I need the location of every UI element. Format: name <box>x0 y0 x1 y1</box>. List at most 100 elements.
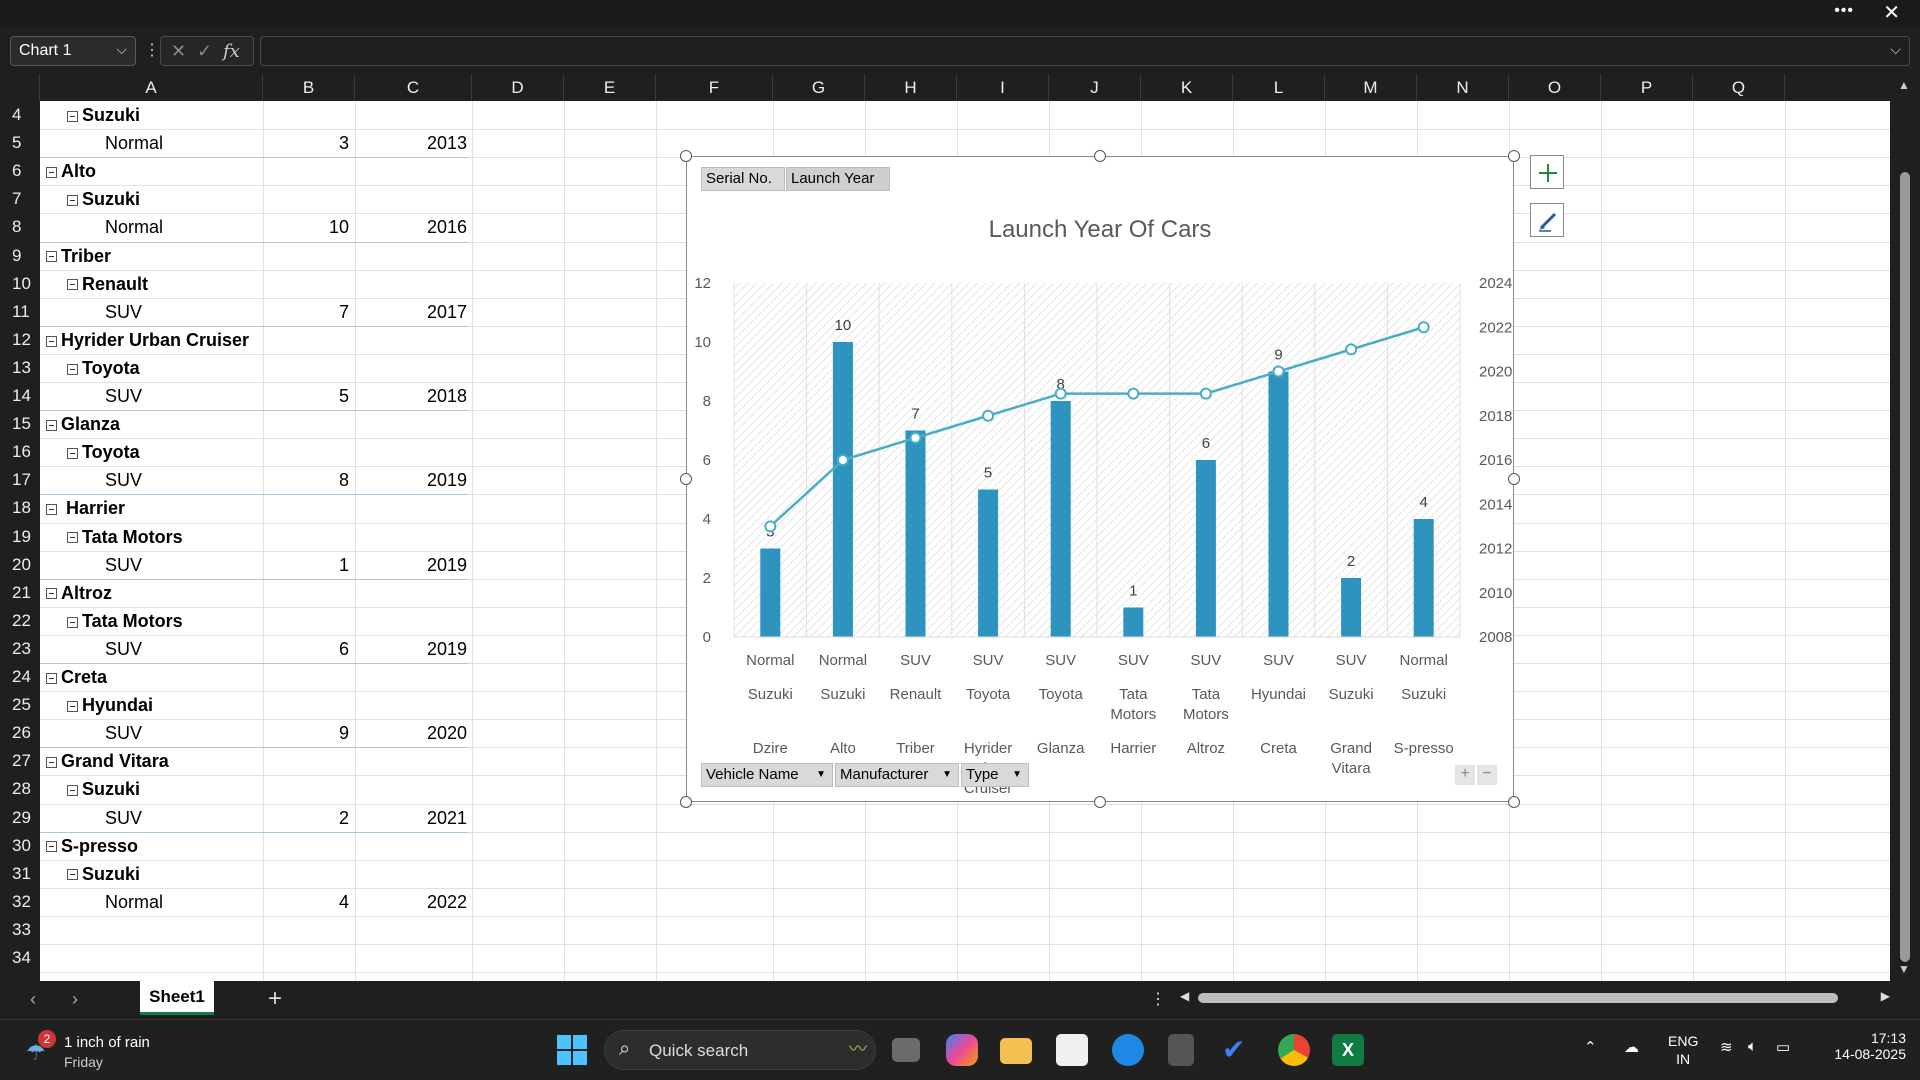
collapse-icon[interactable] <box>46 166 57 178</box>
collapse-icon[interactable] <box>67 447 78 459</box>
scroll-down-icon[interactable]: ▼ <box>1898 962 1910 976</box>
enter-icon[interactable]: ✓ <box>197 41 212 62</box>
chevron-up-icon[interactable]: ⌃ <box>1584 1038 1597 1056</box>
row-header[interactable]: 22 <box>0 607 40 635</box>
pivot-serial-value[interactable]: 1 <box>263 551 349 579</box>
collapse-icon[interactable] <box>67 110 78 122</box>
excel-icon[interactable]: X <box>1332 1034 1364 1066</box>
pivot-year-value[interactable]: 2019 <box>355 466 467 494</box>
chrome-icon[interactable] <box>1278 1034 1310 1066</box>
collapse-icon[interactable] <box>67 869 78 881</box>
row-header[interactable]: 23 <box>0 635 40 663</box>
vertical-dots-icon[interactable]: ⋮ <box>144 40 160 60</box>
pivot-manufacturer-label[interactable]: Hyundai <box>67 691 153 719</box>
vehicle-name-field-button[interactable]: Vehicle Name ▼ <box>701 763 833 787</box>
scroll-right-icon[interactable]: ▶ <box>1881 989 1890 1003</box>
collapse-icon[interactable] <box>67 363 78 375</box>
column-header[interactable]: P <box>1601 74 1693 101</box>
row-header[interactable]: 20 <box>0 551 40 579</box>
pivot-manufacturer-label[interactable]: Renault <box>67 270 148 298</box>
pivot-year-value[interactable]: 2019 <box>355 551 467 579</box>
pivot-year-value[interactable]: 2021 <box>355 804 467 832</box>
dropdown-arrow-icon[interactable]: ▼ <box>1012 764 1022 786</box>
column-header[interactable]: H <box>865 74 957 101</box>
scroll-up-icon[interactable]: ▲ <box>1898 78 1910 92</box>
prev-sheet-icon[interactable]: ‹ <box>30 989 36 1010</box>
pivot-year-value[interactable]: 2022 <box>355 888 467 916</box>
start-button[interactable] <box>556 1034 588 1066</box>
pivot-serial-value[interactable]: 10 <box>263 213 349 241</box>
collapse-icon[interactable] <box>67 279 78 291</box>
insert-function-icon[interactable]: fx <box>223 41 240 62</box>
pivot-chart[interactable]: Serial No. Launch Year Launch Year Of Ca… <box>686 156 1514 802</box>
row-header[interactable]: 9 <box>0 242 40 270</box>
expand-field-icon[interactable]: + <box>1455 765 1475 785</box>
next-sheet-icon[interactable]: › <box>72 989 78 1010</box>
dropdown-arrow-icon[interactable]: ▼ <box>942 764 952 786</box>
row-header[interactable]: 6 <box>0 157 40 185</box>
row-header[interactable]: 8 <box>0 213 40 241</box>
sheet-tab-sheet1[interactable]: Sheet1 <box>140 981 214 1015</box>
pivot-year-value[interactable]: 2013 <box>355 129 467 157</box>
resize-handle[interactable] <box>1094 150 1106 162</box>
row-header[interactable]: 17 <box>0 466 40 494</box>
collapse-icon[interactable] <box>46 841 57 853</box>
pivot-vehicle-label[interactable]: Harrier <box>46 494 125 522</box>
copilot-icon[interactable] <box>946 1034 978 1066</box>
wifi-icon[interactable]: ≋ <box>1720 1038 1733 1056</box>
pivot-manufacturer-label[interactable]: Suzuki <box>67 101 140 129</box>
pivot-type-label[interactable]: Normal <box>105 213 163 241</box>
vertical-scrollbar[interactable]: ▲ ▼ <box>1890 74 1920 981</box>
pivot-serial-value[interactable]: 9 <box>263 719 349 747</box>
pivot-serial-value[interactable]: 2 <box>263 804 349 832</box>
column-header[interactable]: B <box>263 74 355 101</box>
pivot-type-label[interactable]: SUV <box>105 551 142 579</box>
pivot-type-label[interactable]: Normal <box>105 888 163 916</box>
row-header[interactable]: 15 <box>0 410 40 438</box>
row-header[interactable]: 21 <box>0 579 40 607</box>
collapse-field-icon[interactable]: − <box>1477 765 1497 785</box>
row-header[interactable]: 12 <box>0 326 40 354</box>
pivot-manufacturer-label[interactable]: Tata Motors <box>67 607 183 635</box>
file-explorer-icon[interactable] <box>1000 1038 1032 1064</box>
resize-handle[interactable] <box>680 150 692 162</box>
column-header[interactable]: M <box>1325 74 1417 101</box>
pivot-type-label[interactable]: SUV <box>105 719 142 747</box>
resize-handle[interactable] <box>1094 796 1106 808</box>
collapse-icon[interactable] <box>46 757 57 769</box>
column-header[interactable]: Q <box>1693 74 1785 101</box>
pivot-vehicle-label[interactable]: Glanza <box>46 410 120 438</box>
clock[interactable]: 17:13 14-08-2025 <box>1816 1030 1906 1062</box>
pivot-year-value[interactable]: 2019 <box>355 635 467 663</box>
row-header[interactable]: 26 <box>0 719 40 747</box>
collapse-icon[interactable] <box>46 335 57 347</box>
scroll-thumb[interactable] <box>1900 172 1910 962</box>
pivot-type-label[interactable]: Normal <box>105 129 163 157</box>
pivot-manufacturer-label[interactable]: Tata Motors <box>67 523 183 551</box>
collapse-icon[interactable] <box>67 532 78 544</box>
store-icon[interactable] <box>1056 1034 1088 1066</box>
name-box[interactable]: Chart 1 ⌵ <box>10 36 136 66</box>
more-options-icon[interactable]: ••• <box>1834 2 1854 20</box>
row-header[interactable]: 4 <box>0 101 40 129</box>
type-field-button[interactable]: Type ▼ <box>961 763 1029 787</box>
pivot-vehicle-label[interactable]: S-presso <box>46 832 138 860</box>
pivot-type-label[interactable]: SUV <box>105 466 142 494</box>
column-header[interactable]: A <box>40 74 263 101</box>
pivot-serial-value[interactable]: 4 <box>263 888 349 916</box>
manufacturer-field-button[interactable]: Manufacturer ▼ <box>835 763 959 787</box>
select-all-corner[interactable] <box>0 74 40 101</box>
pivot-manufacturer-label[interactable]: Toyota <box>67 438 140 466</box>
pivot-type-label[interactable]: SUV <box>105 804 142 832</box>
row-header[interactable]: 25 <box>0 691 40 719</box>
pivot-vehicle-label[interactable]: Alto <box>46 157 96 185</box>
column-header[interactable]: J <box>1049 74 1141 101</box>
row-header[interactable]: 28 <box>0 775 40 803</box>
column-header[interactable]: L <box>1233 74 1325 101</box>
todo-icon[interactable]: ✔ <box>1222 1034 1254 1066</box>
pivot-type-label[interactable]: SUV <box>105 298 142 326</box>
formula-input[interactable]: ⌵ <box>260 36 1910 66</box>
row-header[interactable]: 5 <box>0 129 40 157</box>
column-header[interactable]: D <box>472 74 564 101</box>
chart-styles-button[interactable] <box>1530 203 1564 237</box>
